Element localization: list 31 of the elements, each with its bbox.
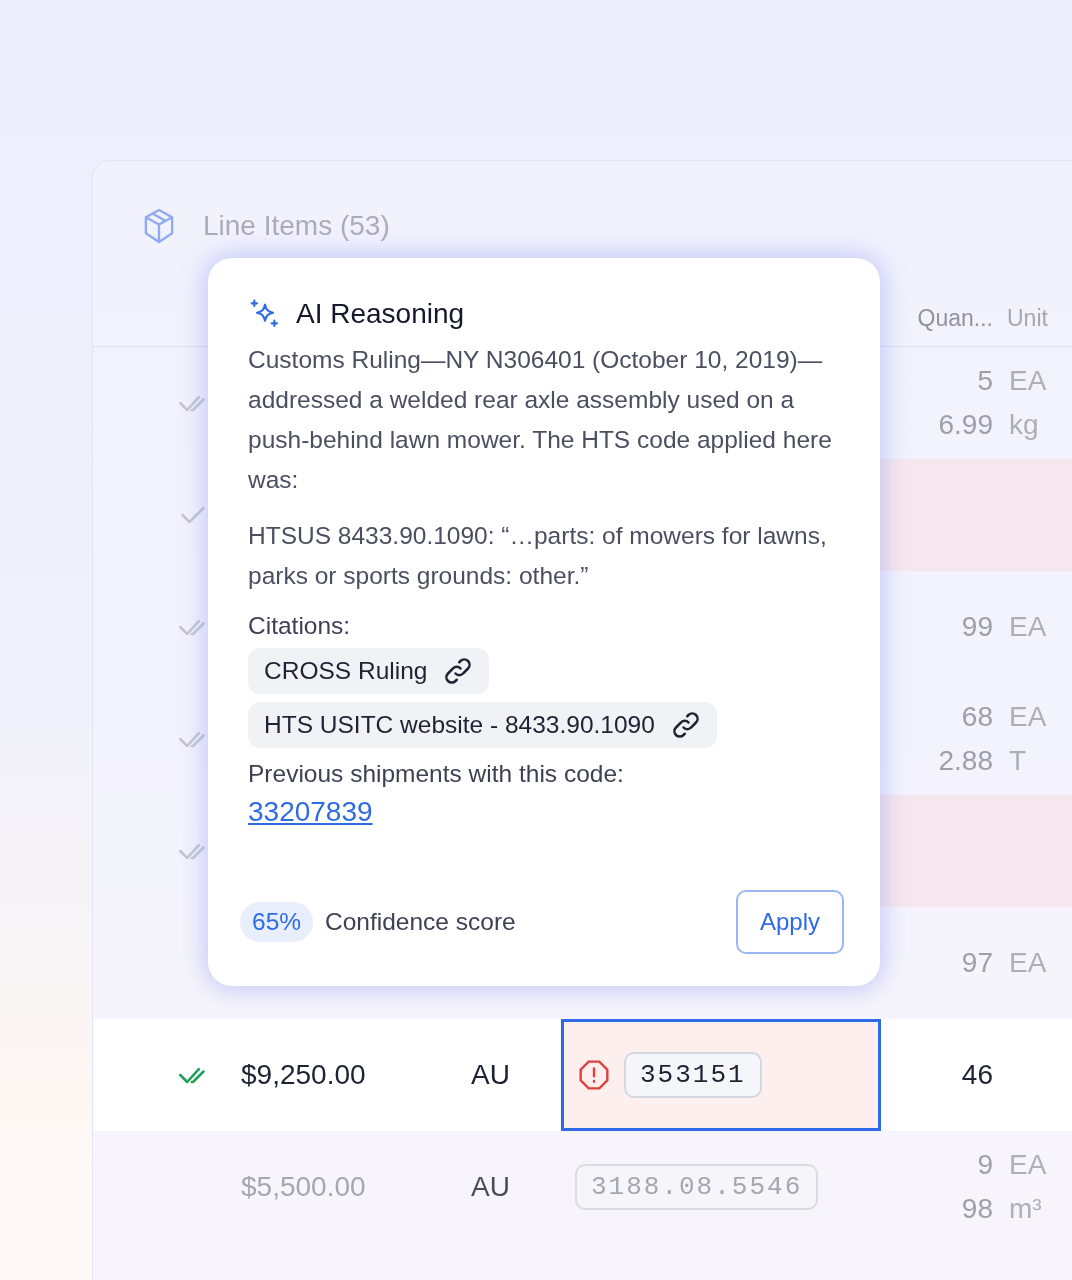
unit-text: EA [1008,365,1048,397]
card-title: Line Items (53) [203,210,390,242]
confidence-label: Confidence score [325,908,517,936]
column-header: Quan... [916,305,993,332]
unit-text: m³ [1008,1193,1043,1225]
amount-text: $5,500.00 [241,1171,366,1202]
quantity-text: 5 [976,365,993,397]
reasoning-text: Customs Ruling—NY N306401 (October 10, 2019)—addressed a welded rear axle assembly used on a push-behind lawn mower. The HTS code applied here was: [248,345,833,495]
amount-text: $9,250.00 [241,1059,366,1090]
shipments-label: Previous shipments with this code: [248,760,625,788]
unit-text: EA [1008,701,1048,733]
unit-text: EA [1008,611,1048,643]
column-header: Unit [1006,305,1049,332]
quantity-text: 99 [960,611,993,643]
unit-text: kg [1008,409,1040,441]
quantity-text: 97 [960,947,993,979]
quantity-text: 9 [976,1149,993,1181]
citations-label: Citations: [248,612,352,640]
country-text: AU [471,1059,510,1090]
quantity-text: 6.99 [937,409,993,441]
confidence-badge: 65% [240,902,314,942]
popover-title: AI Reasoning [296,298,465,330]
quantity-text: 46 [960,1059,993,1091]
quantity-text: 98 [960,1193,993,1225]
unit-text: T [1008,745,1028,777]
country-text: AU [471,1171,510,1202]
quantity-text: 2.88 [937,745,993,777]
unit-text: EA [1008,947,1048,979]
quantity-text: 68 [960,701,993,733]
unit-text: EA [1008,1149,1048,1181]
reasoning-text: HTSUS 8433.90.1090: “…parts: of mowers for lawns, parks or sports grounds: other.” [248,521,828,591]
